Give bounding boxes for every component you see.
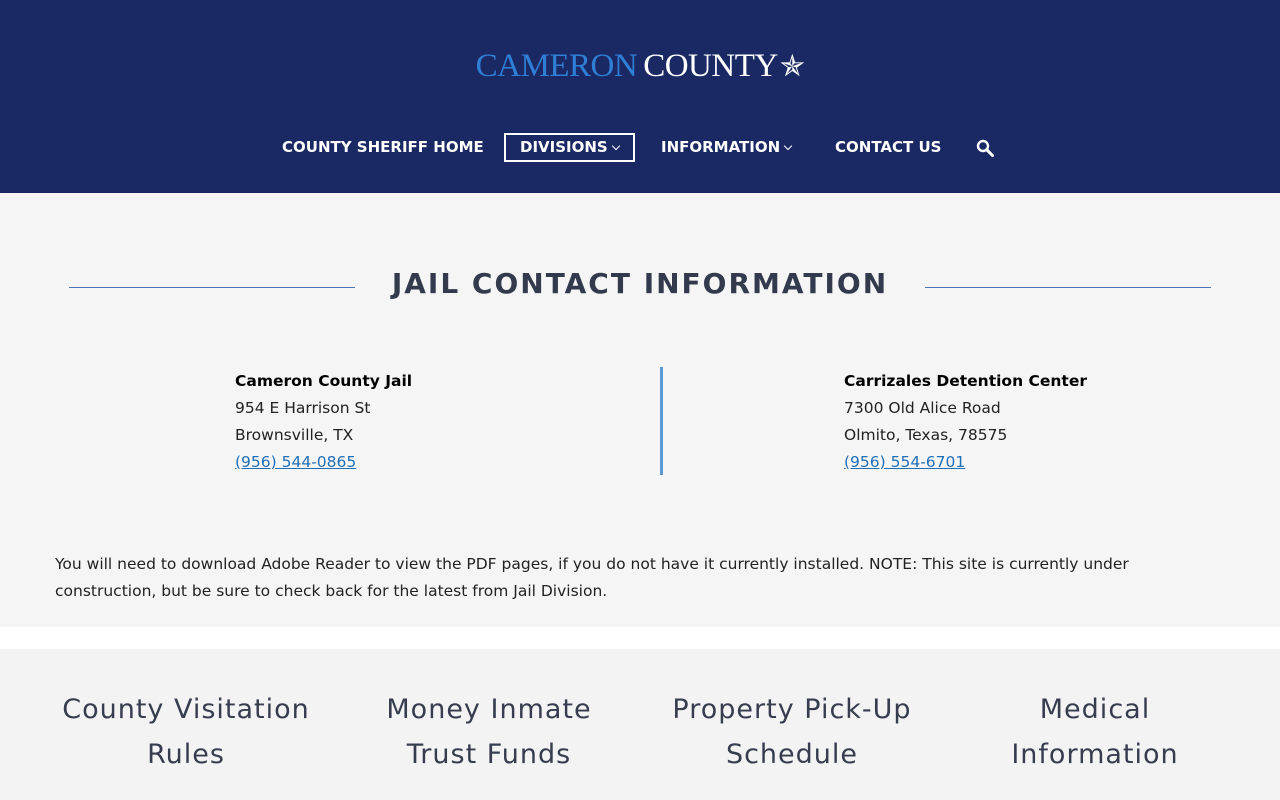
contact-name: Cameron County Jail xyxy=(235,372,413,390)
nav-label: CONTACT US xyxy=(835,138,942,156)
title-rule-right xyxy=(925,287,1211,288)
quick-links: County Visitation Rules Money Inmate Tru… xyxy=(0,649,1280,800)
cameron-county-logo[interactable]: CAMERON COUNTY✯ xyxy=(0,46,1280,87)
tile-medical-information[interactable]: Medical Information xyxy=(945,687,1245,777)
tile-line1: County Visitation xyxy=(62,694,310,725)
nav-county-sheriff-home[interactable]: COUNTY SHERIFF HOME xyxy=(282,133,484,162)
nav-label: INFORMATION xyxy=(661,138,781,156)
contact-phone-link[interactable]: (956) 544-0865 xyxy=(235,453,356,471)
tile-line2: Information xyxy=(1011,739,1179,770)
tile-line2: Trust Funds xyxy=(406,739,572,770)
nav-information[interactable]: INFORMATION xyxy=(661,133,793,162)
nav-contact-us[interactable]: CONTACT US xyxy=(835,133,941,162)
nav-divisions[interactable]: DIVISIONS xyxy=(504,133,635,162)
contact-address-line1: 954 E Harrison St xyxy=(235,399,371,417)
tile-line1: Money Inmate xyxy=(386,694,592,725)
nav-label: COUNTY SHERIFF HOME xyxy=(282,138,484,156)
tile-line2: Schedule xyxy=(725,739,859,770)
search-icon[interactable] xyxy=(976,139,994,157)
site-header: CAMERON COUNTY✯ COUNTY SHERIFF HOME DIVIS… xyxy=(0,0,1280,193)
page-title: JAIL CONTACT INFORMATION xyxy=(391,267,889,300)
main-nav: COUNTY SHERIFF HOME DIVISIONS INFORMATIO… xyxy=(0,133,1280,162)
tile-money-inmate-trust-funds[interactable]: Money Inmate Trust Funds xyxy=(339,687,639,777)
chevron-down-icon xyxy=(611,141,620,151)
contact-address-line2: Olmito, Texas, 78575 xyxy=(844,426,1008,444)
contact-phone-link[interactable]: (956) 554-6701 xyxy=(844,453,965,471)
logo-word-cameron: CAMERON xyxy=(475,48,638,84)
tile-line2: Rules xyxy=(147,739,225,770)
logo-word-county: COUNTY xyxy=(643,48,778,84)
adobe-reader-notice: You will need to download Adobe Reader t… xyxy=(55,555,1129,600)
tile-property-pick-up-schedule[interactable]: Property Pick-Up Schedule xyxy=(642,687,942,777)
tile-county-visitation-rules[interactable]: County Visitation Rules xyxy=(36,687,336,777)
contact-address-line1: 7300 Old Alice Road xyxy=(844,399,1001,417)
contact-address-line2: Brownsville, TX xyxy=(235,426,354,444)
chevron-down-icon xyxy=(783,141,793,151)
contact-name: Carrizales Detention Center xyxy=(844,372,1087,390)
tile-line1: Medical xyxy=(1039,694,1151,725)
contact-divider xyxy=(660,367,663,475)
nav-label: DIVISIONS xyxy=(520,138,608,156)
star-icon: ✯ xyxy=(779,50,805,83)
contact-card-cameron-county-jail: Cameron County Jail 954 E Harrison St Br… xyxy=(235,369,412,477)
contact-card-carrizales-detention-center: Carrizales Detention Center 7300 Old Ali… xyxy=(844,369,1087,477)
tile-line1: Property Pick-Up xyxy=(672,694,912,725)
main-content: JAIL CONTACT INFORMATION Cameron County … xyxy=(0,193,1280,627)
